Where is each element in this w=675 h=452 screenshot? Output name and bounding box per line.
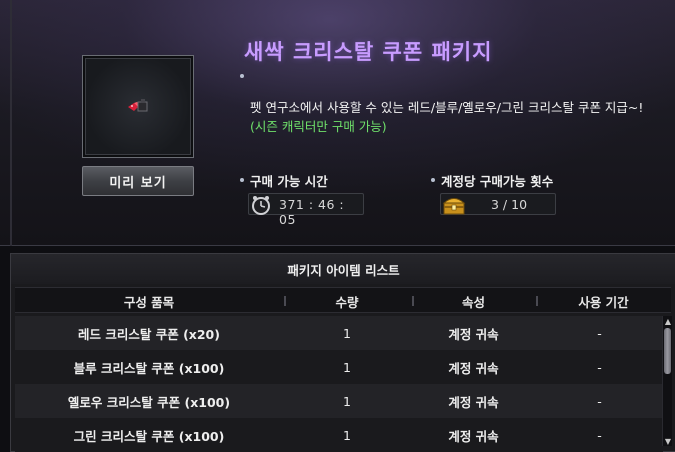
column-header-attribute: 속성 bbox=[461, 294, 485, 310]
bullet-dot bbox=[240, 74, 244, 78]
cell-period: - bbox=[597, 427, 602, 443]
purchase-time-label: 구매 가능 시간 bbox=[250, 174, 328, 189]
cell-item-name: 옐로우 크리스탈 쿠폰 (x100) bbox=[67, 394, 231, 410]
cell-quantity: 1 bbox=[343, 325, 351, 341]
scroll-thumb[interactable] bbox=[664, 328, 671, 374]
item-list-rows: 레드 크리스탈 쿠폰 (x20) 1 계정 귀속 - 블루 크리스탈 쿠폰 (x… bbox=[15, 316, 663, 452]
cell-period: - bbox=[597, 359, 602, 375]
cell-quantity: 1 bbox=[343, 393, 351, 409]
cell-period: - bbox=[597, 325, 602, 341]
crystal-coupon-icon bbox=[128, 99, 148, 112]
purchase-count-value: 3 / 10 bbox=[491, 197, 528, 212]
bullet-dot bbox=[240, 178, 244, 182]
table-row[interactable]: 블루 크리스탈 쿠폰 (x100) 1 계정 귀속 - bbox=[15, 350, 663, 384]
cell-item-name: 그린 크리스탈 쿠폰 (x100) bbox=[73, 428, 225, 444]
package-info-panel: 미리 보기 새싹 크리스탈 쿠폰 패키지 펫 연구소에서 사용할 수 있는 레드… bbox=[0, 0, 675, 246]
cell-attribute: 계정 귀속 bbox=[448, 360, 499, 376]
table-header: 구성 품목 수량 속성 사용 기간 bbox=[15, 287, 671, 313]
cell-period: - bbox=[597, 393, 602, 409]
alarm-clock-icon bbox=[252, 196, 270, 215]
description-note: (시즌 캐릭터만 구매 가능) bbox=[250, 119, 387, 134]
scroll-down-arrow-icon[interactable]: ▼ bbox=[663, 436, 673, 446]
table-row[interactable]: 그린 크리스탈 쿠폰 (x100) 1 계정 귀속 - bbox=[15, 418, 663, 452]
preview-button[interactable]: 미리 보기 bbox=[82, 166, 194, 196]
package-description: 펫 연구소에서 사용할 수 있는 레드/블루/옐로우/그린 크리스탈 쿠폰 지급… bbox=[250, 98, 650, 136]
cell-quantity: 1 bbox=[343, 359, 351, 375]
scroll-up-arrow-icon[interactable]: ▲ bbox=[663, 316, 673, 326]
cell-quantity: 1 bbox=[343, 427, 351, 443]
description-main: 펫 연구소에서 사용할 수 있는 레드/블루/옐로우/그린 크리스탈 쿠폰 지급… bbox=[250, 100, 644, 115]
table-row[interactable]: 옐로우 크리스탈 쿠폰 (x100) 1 계정 귀속 - bbox=[15, 384, 663, 418]
treasure-chest-icon bbox=[442, 198, 466, 215]
purchase-count-box: 3 / 10 bbox=[440, 193, 556, 215]
list-scrollbar[interactable]: ▲ ▼ bbox=[662, 316, 672, 446]
column-header-quantity: 수량 bbox=[335, 294, 359, 310]
purchase-time-box: 371 : 46 : 05 bbox=[248, 193, 364, 227]
cell-attribute: 계정 귀속 bbox=[448, 326, 499, 342]
cell-attribute: 계정 귀속 bbox=[448, 394, 499, 410]
column-header-item: 구성 품목 bbox=[123, 294, 175, 310]
item-list-panel: 패키지 아이템 리스트 구성 품목 수량 속성 사용 기간 레드 크리스탈 쿠폰… bbox=[10, 253, 675, 452]
item-preview-box bbox=[82, 55, 194, 158]
cell-attribute: 계정 귀속 bbox=[448, 428, 499, 444]
cell-item-name: 레드 크리스탈 쿠폰 (x20) bbox=[78, 326, 220, 342]
column-header-period: 사용 기간 bbox=[578, 294, 629, 310]
table-row[interactable]: 레드 크리스탈 쿠폰 (x20) 1 계정 귀속 - bbox=[15, 316, 663, 350]
cell-item-name: 블루 크리스탈 쿠폰 (x100) bbox=[73, 360, 225, 376]
package-title: 새싹 크리스탈 쿠폰 패키지 bbox=[244, 40, 493, 64]
purchase-count-label: 계정당 구매가능 횟수 bbox=[441, 174, 554, 189]
item-list-title: 패키지 아이템 리스트 bbox=[11, 254, 675, 284]
panel-frame-edge bbox=[10, 0, 12, 246]
purchase-time-value: 371 : 46 : 05 bbox=[279, 197, 345, 227]
bullet-dot bbox=[431, 178, 435, 182]
